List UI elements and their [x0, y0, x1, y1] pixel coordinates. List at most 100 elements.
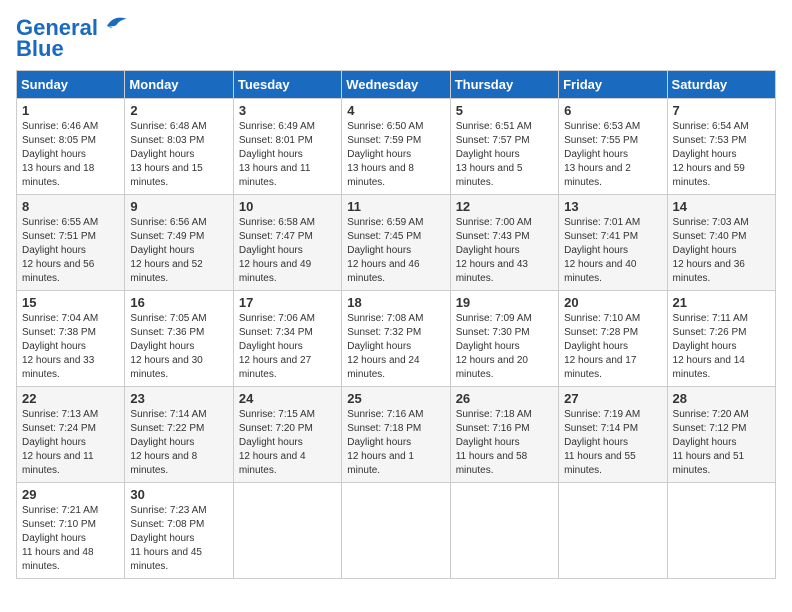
calendar-cell: 24 Sunrise: 7:15 AM Sunset: 7:20 PM Dayl…	[233, 387, 341, 483]
day-info: Sunrise: 7:18 AM Sunset: 7:16 PM Dayligh…	[456, 408, 553, 478]
calendar-cell: 10 Sunrise: 6:58 AM Sunset: 7:47 PM Dayl…	[233, 195, 341, 291]
day-number: 16	[130, 295, 227, 310]
day-info: Sunrise: 7:15 AM Sunset: 7:20 PM Dayligh…	[239, 408, 336, 478]
day-info: Sunrise: 7:03 AM Sunset: 7:40 PM Dayligh…	[673, 216, 770, 286]
day-number: 28	[673, 391, 770, 406]
day-number: 18	[347, 295, 444, 310]
day-number: 26	[456, 391, 553, 406]
day-info: Sunrise: 7:01 AM Sunset: 7:41 PM Dayligh…	[564, 216, 661, 286]
day-number: 19	[456, 295, 553, 310]
day-number: 14	[673, 199, 770, 214]
calendar-week-row: 15 Sunrise: 7:04 AM Sunset: 7:38 PM Dayl…	[17, 291, 776, 387]
calendar-cell: 16 Sunrise: 7:05 AM Sunset: 7:36 PM Dayl…	[125, 291, 233, 387]
calendar-cell: 30 Sunrise: 7:23 AM Sunset: 7:08 PM Dayl…	[125, 483, 233, 579]
day-number: 13	[564, 199, 661, 214]
day-number: 29	[22, 487, 119, 502]
day-number: 15	[22, 295, 119, 310]
day-info: Sunrise: 7:13 AM Sunset: 7:24 PM Dayligh…	[22, 408, 119, 478]
calendar-cell: 17 Sunrise: 7:06 AM Sunset: 7:34 PM Dayl…	[233, 291, 341, 387]
weekday-header: Saturday	[667, 71, 775, 99]
day-info: Sunrise: 6:51 AM Sunset: 7:57 PM Dayligh…	[456, 120, 553, 190]
day-number: 25	[347, 391, 444, 406]
day-info: Sunrise: 6:48 AM Sunset: 8:03 PM Dayligh…	[130, 120, 227, 190]
day-info: Sunrise: 7:11 AM Sunset: 7:26 PM Dayligh…	[673, 312, 770, 382]
day-info: Sunrise: 6:54 AM Sunset: 7:53 PM Dayligh…	[673, 120, 770, 190]
calendar-cell: 5 Sunrise: 6:51 AM Sunset: 7:57 PM Dayli…	[450, 99, 558, 195]
day-number: 1	[22, 103, 119, 118]
calendar-cell: 27 Sunrise: 7:19 AM Sunset: 7:14 PM Dayl…	[559, 387, 667, 483]
day-info: Sunrise: 7:14 AM Sunset: 7:22 PM Dayligh…	[130, 408, 227, 478]
calendar-cell	[233, 483, 341, 579]
day-info: Sunrise: 6:50 AM Sunset: 7:59 PM Dayligh…	[347, 120, 444, 190]
calendar-cell: 13 Sunrise: 7:01 AM Sunset: 7:41 PM Dayl…	[559, 195, 667, 291]
calendar-cell: 11 Sunrise: 6:59 AM Sunset: 7:45 PM Dayl…	[342, 195, 450, 291]
day-number: 22	[22, 391, 119, 406]
calendar-cell: 22 Sunrise: 7:13 AM Sunset: 7:24 PM Dayl…	[17, 387, 125, 483]
day-info: Sunrise: 7:23 AM Sunset: 7:08 PM Dayligh…	[130, 504, 227, 574]
day-number: 6	[564, 103, 661, 118]
day-number: 8	[22, 199, 119, 214]
day-info: Sunrise: 7:20 AM Sunset: 7:12 PM Dayligh…	[673, 408, 770, 478]
calendar-cell: 18 Sunrise: 7:08 AM Sunset: 7:32 PM Dayl…	[342, 291, 450, 387]
calendar-week-row: 22 Sunrise: 7:13 AM Sunset: 7:24 PM Dayl…	[17, 387, 776, 483]
calendar-cell: 3 Sunrise: 6:49 AM Sunset: 8:01 PM Dayli…	[233, 99, 341, 195]
calendar-week-row: 29 Sunrise: 7:21 AM Sunset: 7:10 PM Dayl…	[17, 483, 776, 579]
calendar-cell: 2 Sunrise: 6:48 AM Sunset: 8:03 PM Dayli…	[125, 99, 233, 195]
logo-bird-icon	[100, 13, 128, 33]
calendar-table: SundayMondayTuesdayWednesdayThursdayFrid…	[16, 70, 776, 579]
calendar-cell: 15 Sunrise: 7:04 AM Sunset: 7:38 PM Dayl…	[17, 291, 125, 387]
calendar-cell: 9 Sunrise: 6:56 AM Sunset: 7:49 PM Dayli…	[125, 195, 233, 291]
day-number: 24	[239, 391, 336, 406]
day-info: Sunrise: 7:16 AM Sunset: 7:18 PM Dayligh…	[347, 408, 444, 478]
day-info: Sunrise: 6:58 AM Sunset: 7:47 PM Dayligh…	[239, 216, 336, 286]
calendar-cell: 12 Sunrise: 7:00 AM Sunset: 7:43 PM Dayl…	[450, 195, 558, 291]
day-number: 4	[347, 103, 444, 118]
calendar-cell: 4 Sunrise: 6:50 AM Sunset: 7:59 PM Dayli…	[342, 99, 450, 195]
weekday-header: Tuesday	[233, 71, 341, 99]
day-number: 21	[673, 295, 770, 310]
day-info: Sunrise: 6:56 AM Sunset: 7:49 PM Dayligh…	[130, 216, 227, 286]
weekday-header: Thursday	[450, 71, 558, 99]
day-number: 17	[239, 295, 336, 310]
logo: General Blue	[16, 16, 128, 62]
day-info: Sunrise: 7:06 AM Sunset: 7:34 PM Dayligh…	[239, 312, 336, 382]
day-number: 10	[239, 199, 336, 214]
day-number: 9	[130, 199, 227, 214]
calendar-cell	[342, 483, 450, 579]
calendar-cell: 19 Sunrise: 7:09 AM Sunset: 7:30 PM Dayl…	[450, 291, 558, 387]
calendar-header-row: SundayMondayTuesdayWednesdayThursdayFrid…	[17, 71, 776, 99]
day-info: Sunrise: 7:08 AM Sunset: 7:32 PM Dayligh…	[347, 312, 444, 382]
day-info: Sunrise: 7:10 AM Sunset: 7:28 PM Dayligh…	[564, 312, 661, 382]
day-number: 27	[564, 391, 661, 406]
calendar-cell: 8 Sunrise: 6:55 AM Sunset: 7:51 PM Dayli…	[17, 195, 125, 291]
weekday-header: Friday	[559, 71, 667, 99]
day-info: Sunrise: 6:59 AM Sunset: 7:45 PM Dayligh…	[347, 216, 444, 286]
day-info: Sunrise: 6:53 AM Sunset: 7:55 PM Dayligh…	[564, 120, 661, 190]
day-info: Sunrise: 6:46 AM Sunset: 8:05 PM Dayligh…	[22, 120, 119, 190]
calendar-cell: 25 Sunrise: 7:16 AM Sunset: 7:18 PM Dayl…	[342, 387, 450, 483]
calendar-cell: 28 Sunrise: 7:20 AM Sunset: 7:12 PM Dayl…	[667, 387, 775, 483]
day-info: Sunrise: 7:00 AM Sunset: 7:43 PM Dayligh…	[456, 216, 553, 286]
weekday-header: Monday	[125, 71, 233, 99]
calendar-cell: 29 Sunrise: 7:21 AM Sunset: 7:10 PM Dayl…	[17, 483, 125, 579]
day-number: 23	[130, 391, 227, 406]
day-info: Sunrise: 7:05 AM Sunset: 7:36 PM Dayligh…	[130, 312, 227, 382]
calendar-cell	[667, 483, 775, 579]
weekday-header: Sunday	[17, 71, 125, 99]
day-info: Sunrise: 7:21 AM Sunset: 7:10 PM Dayligh…	[22, 504, 119, 574]
day-info: Sunrise: 7:19 AM Sunset: 7:14 PM Dayligh…	[564, 408, 661, 478]
calendar-cell: 14 Sunrise: 7:03 AM Sunset: 7:40 PM Dayl…	[667, 195, 775, 291]
weekday-header: Wednesday	[342, 71, 450, 99]
calendar-cell: 21 Sunrise: 7:11 AM Sunset: 7:26 PM Dayl…	[667, 291, 775, 387]
day-number: 2	[130, 103, 227, 118]
calendar-week-row: 8 Sunrise: 6:55 AM Sunset: 7:51 PM Dayli…	[17, 195, 776, 291]
calendar-cell: 23 Sunrise: 7:14 AM Sunset: 7:22 PM Dayl…	[125, 387, 233, 483]
day-number: 5	[456, 103, 553, 118]
calendar-cell: 6 Sunrise: 6:53 AM Sunset: 7:55 PM Dayli…	[559, 99, 667, 195]
calendar-cell: 20 Sunrise: 7:10 AM Sunset: 7:28 PM Dayl…	[559, 291, 667, 387]
day-number: 3	[239, 103, 336, 118]
day-info: Sunrise: 7:09 AM Sunset: 7:30 PM Dayligh…	[456, 312, 553, 382]
day-number: 20	[564, 295, 661, 310]
calendar-cell: 1 Sunrise: 6:46 AM Sunset: 8:05 PM Dayli…	[17, 99, 125, 195]
calendar-cell: 7 Sunrise: 6:54 AM Sunset: 7:53 PM Dayli…	[667, 99, 775, 195]
